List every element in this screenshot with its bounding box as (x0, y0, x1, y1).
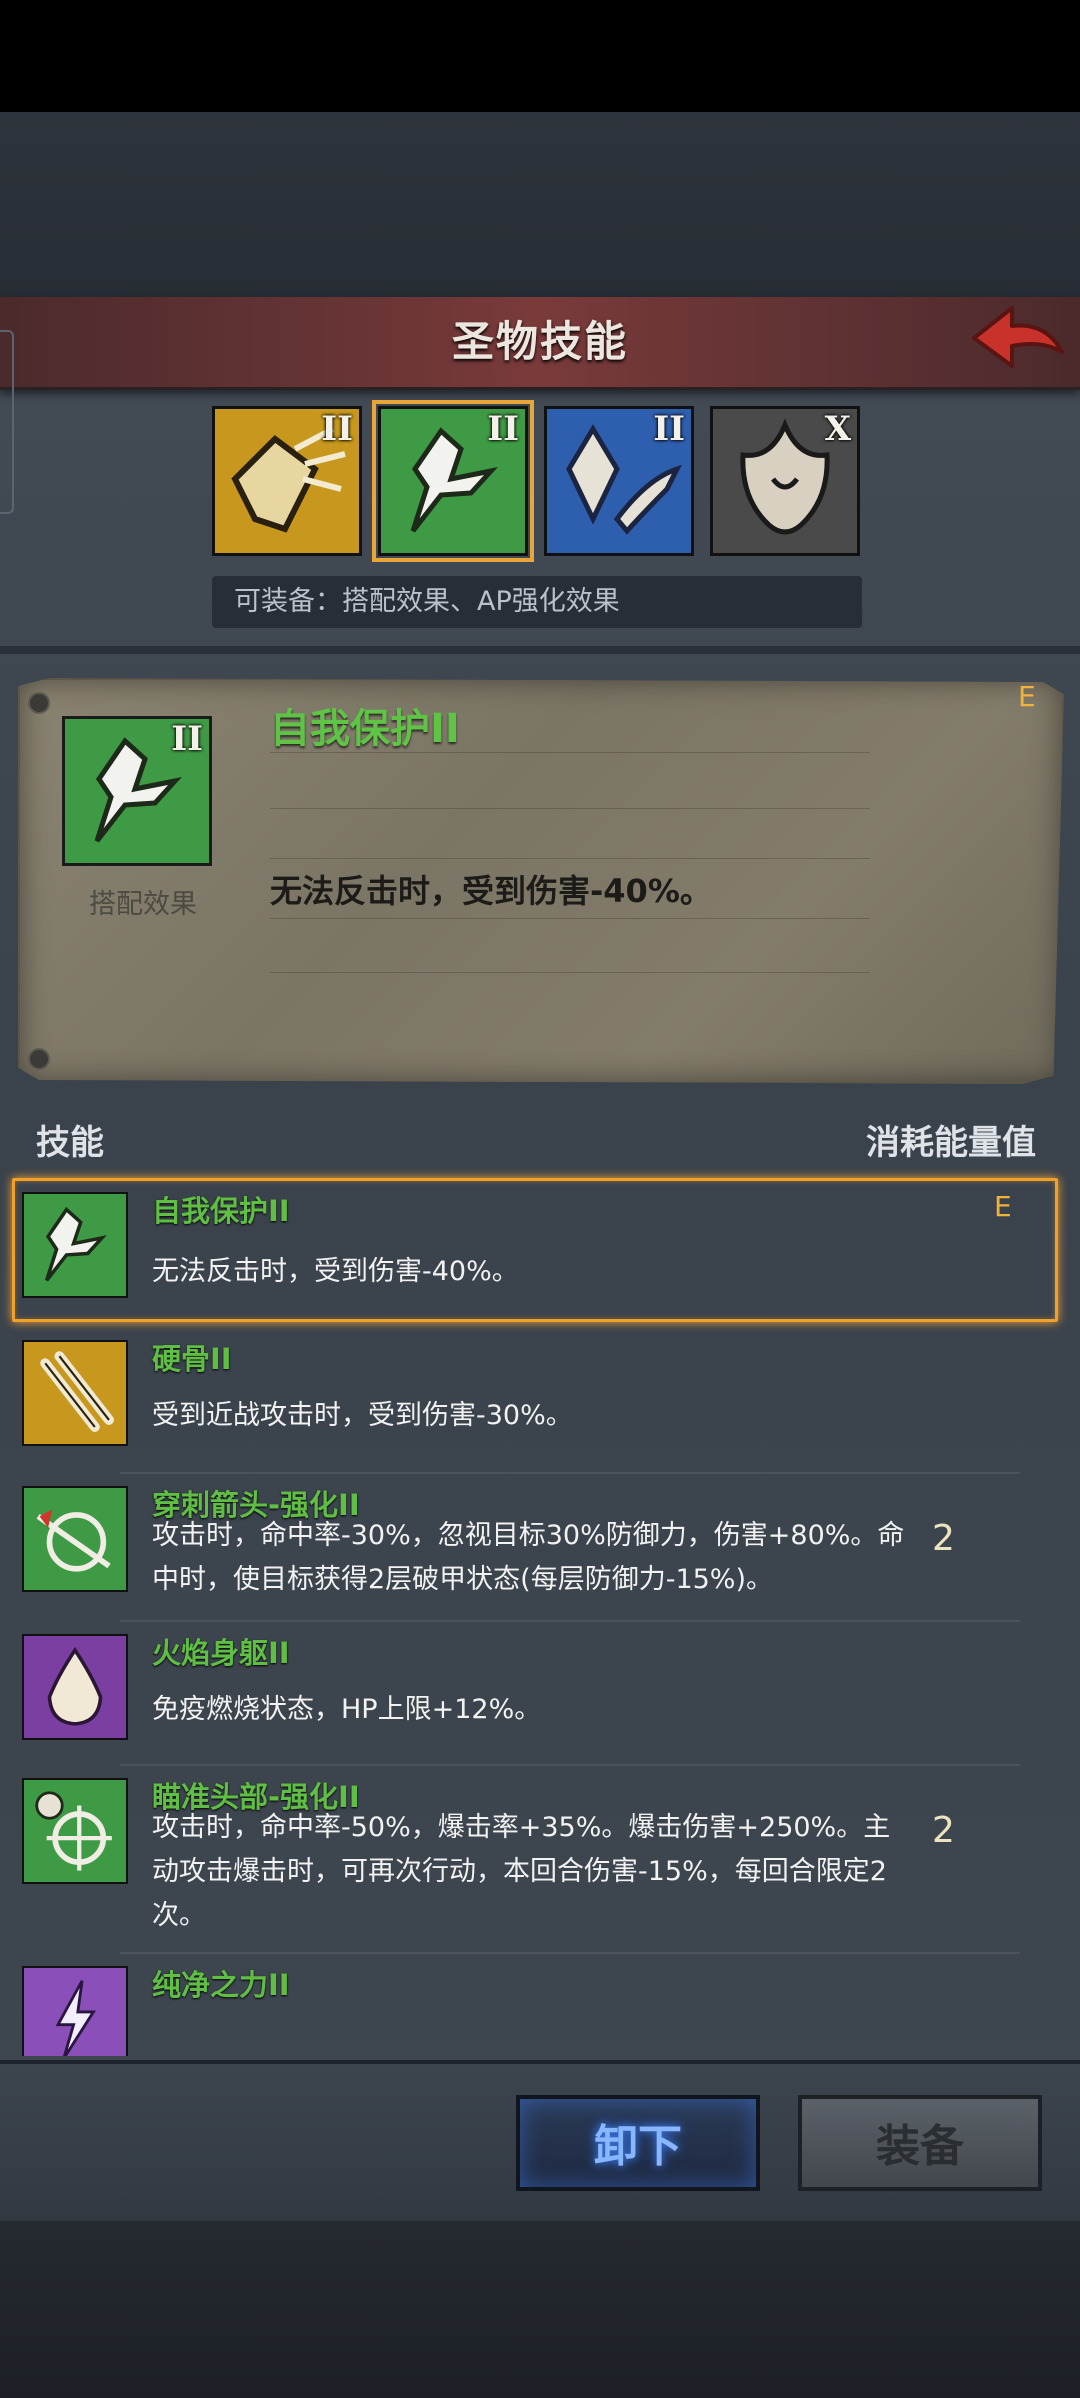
skill-row[interactable]: 纯净之力II (18, 1956, 1058, 2056)
row-separator (120, 1472, 1020, 1474)
skill-row[interactable]: 自我保护II E 无法反击时，受到伤害-40%。 (12, 1178, 1058, 1322)
equip-button[interactable]: 装备 (798, 2095, 1042, 2191)
relic-slot-3[interactable]: II (544, 406, 694, 556)
skill-row[interactable]: 穿刺箭头-强化II 攻击时，命中率-30%，忽视目标30%防御力，伤害+80%。… (18, 1476, 1058, 1616)
piercing-arrow-icon (24, 1488, 126, 1590)
detail-title: 自我保护II (270, 706, 460, 752)
back-arrow-icon (972, 306, 1064, 368)
skill-description: 无法反击时，受到伤害-40%。 (152, 1256, 519, 1287)
skill-icon (22, 1486, 128, 1592)
ruled-line (270, 752, 870, 753)
rivet (28, 692, 50, 714)
skill-row[interactable]: 硬骨II 受到近战攻击时，受到伤害-30%。 (18, 1330, 1058, 1464)
skill-energy-cost: 2 (932, 1810, 955, 1851)
relic-rank: II (653, 409, 685, 449)
panel-header: 圣物技能 (0, 297, 1080, 390)
skill-icon (22, 1966, 128, 2056)
skill-row[interactable]: 火焰身躯II 免疫燃烧状态，HP上限+12%。 (18, 1624, 1058, 1758)
ruled-line (270, 972, 870, 973)
skill-name: 火焰身躯II (152, 1636, 290, 1670)
column-header-cost: 消耗能量值 (866, 1123, 1036, 1163)
column-header-skill: 技能 (36, 1123, 104, 1163)
back-button[interactable] (968, 300, 1068, 380)
ruled-line (270, 858, 870, 859)
bone-icon (24, 1342, 126, 1444)
skill-description: 免疫燃烧状态，HP上限+12%。 (152, 1694, 542, 1725)
relic-slot-4[interactable]: X (710, 406, 860, 556)
background-bottom (0, 2217, 1080, 2398)
relic-rank: X (824, 409, 851, 449)
row-separator (120, 1952, 1020, 1954)
skill-row[interactable]: 瞄准头部-强化II 攻击时，命中率-50%，爆击率+35%。爆击伤害+250%。… (18, 1768, 1058, 1946)
detail-icon-rank: II (171, 719, 203, 759)
skill-name: 纯净之力II (152, 1968, 290, 2002)
skill-description: 受到近战攻击时，受到伤害-30%。 (152, 1400, 573, 1431)
equip-hint-text: 可装备：搭配效果、AP强化效果 (234, 586, 620, 617)
lightning-icon (24, 1968, 126, 2056)
status-bar (0, 0, 1080, 112)
background-top (0, 112, 1080, 297)
unequip-button[interactable]: 卸下 (516, 2095, 760, 2191)
relic-rank: II (487, 409, 519, 449)
detail-grade: E (1018, 680, 1036, 713)
side-tab[interactable] (0, 330, 14, 514)
detail-caption: 搭配效果 (89, 889, 197, 920)
rivet (28, 1048, 50, 1070)
relic-slot-2[interactable]: II (372, 400, 534, 562)
row-separator (120, 1620, 1020, 1622)
detail-description: 无法反击时，受到伤害-40%。 (270, 872, 712, 910)
skill-description: 攻击时，命中率-50%，爆击率+35%。爆击伤害+250%。主动攻击爆击时，可再… (152, 1812, 891, 1931)
flame-icon (24, 1636, 126, 1738)
ruled-line (270, 808, 870, 809)
skill-icon (22, 1340, 128, 1446)
detail-skill-icon: II (62, 716, 212, 866)
aim-head-icon (24, 1780, 126, 1882)
skill-icon (22, 1778, 128, 1884)
relic-rank: II (321, 409, 353, 449)
self-protect-icon (24, 1194, 126, 1296)
page-title: 圣物技能 (451, 317, 628, 366)
section-divider (0, 646, 1080, 654)
skill-grade: E (994, 1190, 1012, 1223)
skill-description: 攻击时，命中率-30%，忽视目标30%防御力，伤害+80%。命中时，使目标获得2… (152, 1520, 905, 1595)
skill-icon (22, 1634, 128, 1740)
skill-energy-cost: 2 (932, 1518, 955, 1559)
skill-name: 自我保护II (152, 1194, 290, 1228)
skill-name: 硬骨II (152, 1342, 232, 1376)
row-separator (120, 1764, 1020, 1766)
equip-hint: 可装备：搭配效果、AP强化效果 (212, 576, 862, 628)
relic-slot-1[interactable]: II (212, 406, 362, 556)
ruled-line (270, 918, 870, 919)
skill-icon (22, 1192, 128, 1298)
